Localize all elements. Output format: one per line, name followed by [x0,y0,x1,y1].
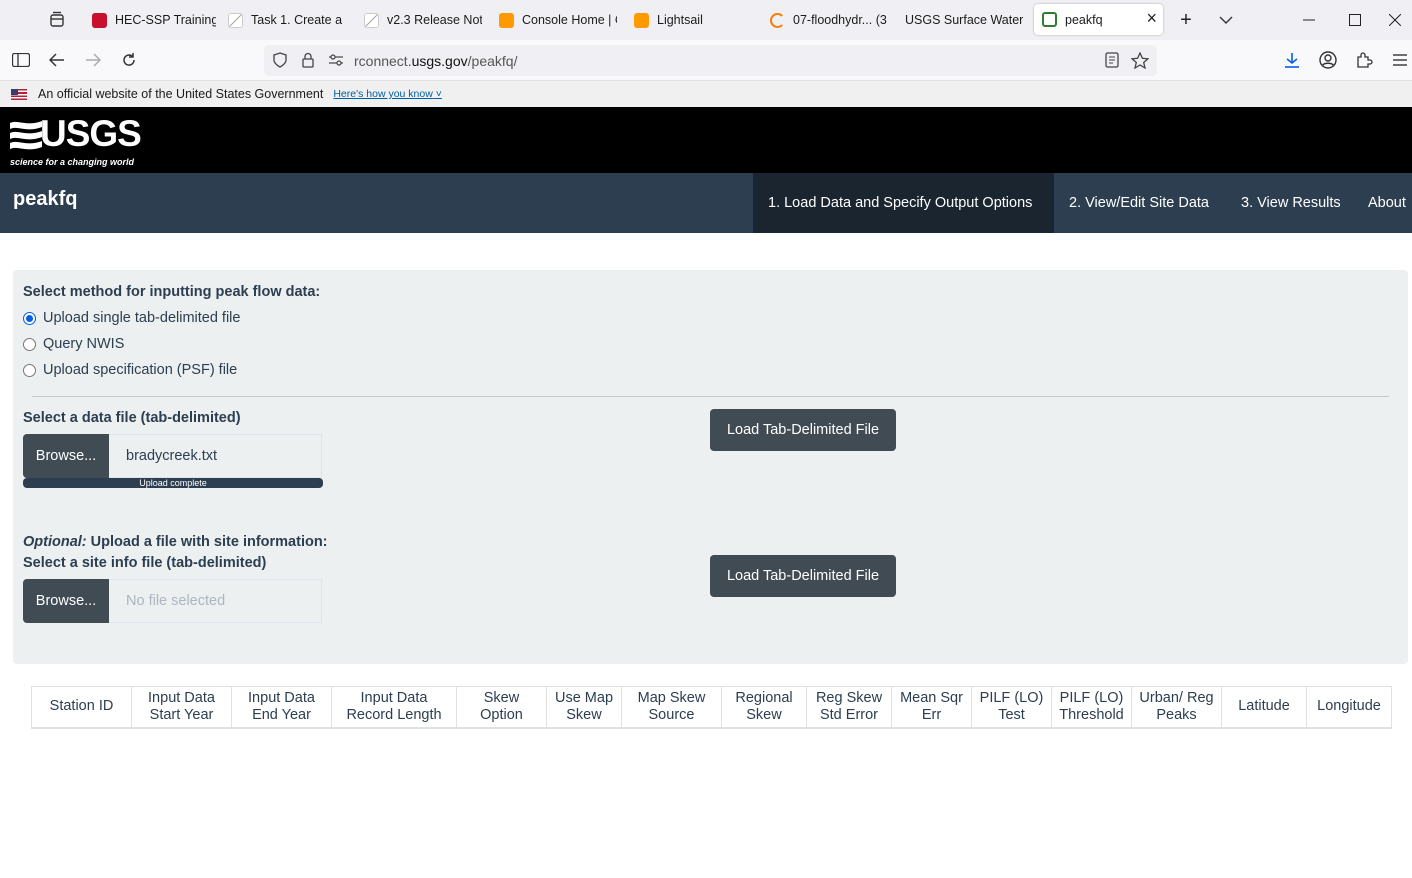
datafile-label: Select a data file (tab-delimited) [23,410,241,426]
address-bar[interactable]: rconnect.usgs.gov/peakfq/ [264,45,1157,76]
tab-overview-icon[interactable] [45,8,69,32]
radio-unselected-icon[interactable] [23,363,36,377]
col-regional-skew[interactable]: Regional Skew [721,686,807,729]
us-flag-icon [11,88,27,100]
usgs-header: USGS science for a changing world [0,107,1412,173]
tab-view-results[interactable]: 3. View Results [1226,173,1356,233]
col-station-id[interactable]: Station ID [31,686,132,729]
siteinfo-label: Select a site info file (tab-delimited) [23,555,267,571]
gov-banner: An official website of the United States… [0,81,1412,107]
input-panel: Select method for inputting peak flow da… [13,270,1408,664]
browser-tabbar: HEC-SSP Training Task 1. Create a n v2.3… [0,0,1412,40]
site-data-table: Station ID Input Data Start Year Input Da… [31,686,1392,729]
siteinfo-input[interactable]: No file selected [109,579,322,623]
site-permissions-icon[interactable] [326,50,346,70]
back-arrow-icon[interactable] [47,50,67,70]
radio-upload-psf[interactable]: Upload specification (PSF) file [23,362,237,378]
radio-query-nwis[interactable]: Query NWIS [23,336,124,352]
browser-tab-task1[interactable]: Task 1. Create a n [228,0,346,40]
page-favicon-icon [228,12,243,28]
col-longitude[interactable]: Longitude [1306,686,1392,729]
col-reg-skew-std-error[interactable]: Reg Skew Std Error [806,686,892,729]
chevron-down-icon: ˅ [435,88,442,100]
col-input-end-year[interactable]: Input Data End Year [231,686,332,729]
account-icon[interactable] [1318,50,1338,70]
col-urban-reg-peaks[interactable]: Urban/ Reg Peaks [1131,686,1222,729]
minimize-window-button[interactable] [1286,0,1332,40]
lightsail-favicon-icon [634,12,649,28]
sidebar-toggle-icon[interactable] [11,50,31,70]
browser-tab-peakfq[interactable]: peakfq × [1034,4,1163,35]
browser-tab-hec-ssp[interactable]: HEC-SSP Training [92,0,216,40]
peakfq-favicon-icon [1042,12,1057,27]
col-use-map-skew[interactable]: Use Map Skew [546,686,622,729]
page-favicon-icon [364,12,379,28]
app-navbar: peakfq 1. Load Data and Specify Output O… [0,173,1412,233]
load-siteinfo-button[interactable]: Load Tab-Delimited File [710,555,896,597]
tab-view-edit-site-data[interactable]: 2. View/Edit Site Data [1054,173,1224,233]
reader-view-icon[interactable] [1102,50,1122,70]
input-method-label: Select method for inputting peak flow da… [23,284,321,300]
radio-selected-icon[interactable] [23,311,36,325]
browser-tab-release-notes[interactable]: v2.3 Release Note [364,0,482,40]
datafile-input[interactable]: bradycreek.txt [109,434,322,478]
browse-datafile-button[interactable]: Browse... [23,434,109,478]
col-latitude[interactable]: Latitude [1221,686,1307,729]
radio-upload-single-file[interactable]: Upload single tab-delimited file [23,310,240,326]
radio-unselected-icon[interactable] [23,337,36,351]
col-skew-option[interactable]: Skew Option [456,686,547,729]
app-brand[interactable]: peakfq [13,188,77,211]
col-input-start-year[interactable]: Input Data Start Year [131,686,232,729]
optional-siteinfo-label: Optional: Upload a file with site inform… [23,534,328,550]
aws-favicon-icon [499,12,514,28]
maximize-window-button[interactable] [1332,0,1378,40]
reload-icon[interactable] [119,50,139,70]
url-text: rconnect.usgs.gov/peakfq/ [354,53,518,69]
browser-tab-lightsail[interactable]: Lightsail [634,0,744,40]
extensions-icon[interactable] [1354,50,1374,70]
col-pilf-threshold[interactable]: PILF (LO) Threshold [1051,686,1132,729]
table-header-row: Station ID Input Data Start Year Input Da… [31,686,1392,729]
lock-icon[interactable] [298,50,318,70]
col-map-skew-source[interactable]: Map Skew Source [621,686,722,729]
download-icon[interactable] [1282,50,1302,70]
loading-spinner-icon [770,12,785,28]
tab-list-chevron-icon[interactable] [1203,0,1249,40]
close-window-button[interactable] [1378,0,1412,40]
usgs-logo[interactable]: USGS science for a changing world [10,115,142,167]
heres-how-you-know-link[interactable]: Here's how you know ˅ [333,88,442,100]
col-pilf-test[interactable]: PILF (LO) Test [971,686,1052,729]
col-record-length[interactable]: Input Data Record Length [331,686,457,729]
usgs-wave-icon [10,117,42,156]
divider [32,396,1389,397]
gov-banner-text: An official website of the United States… [38,87,324,101]
browser-tab-usgs-surface-water[interactable]: USGS Surface Water f [905,0,1023,40]
tab-about[interactable]: About [1353,173,1412,233]
upload-progress-bar: Upload complete [23,478,323,488]
col-mean-sqr-err[interactable]: Mean Sqr Err [891,686,972,729]
menu-hamburger-icon[interactable] [1390,50,1410,70]
tab-load-data[interactable]: 1. Load Data and Specify Output Options [753,173,1054,233]
close-tab-icon[interactable]: × [1146,8,1157,29]
browser-navbar: rconnect.usgs.gov/peakfq/ [0,40,1412,81]
browser-tab-console-home[interactable]: Console Home | C [499,0,617,40]
shield-icon[interactable] [270,50,290,70]
browser-tab-floodhydr[interactable]: 07-floodhydr... (3 [770,0,888,40]
browse-siteinfo-button[interactable]: Browse... [23,579,109,623]
hec-favicon-icon [92,12,107,28]
load-datafile-button[interactable]: Load Tab-Delimited File [710,409,896,451]
forward-arrow-icon[interactable] [83,50,103,70]
bookmark-star-icon[interactable] [1130,50,1150,70]
